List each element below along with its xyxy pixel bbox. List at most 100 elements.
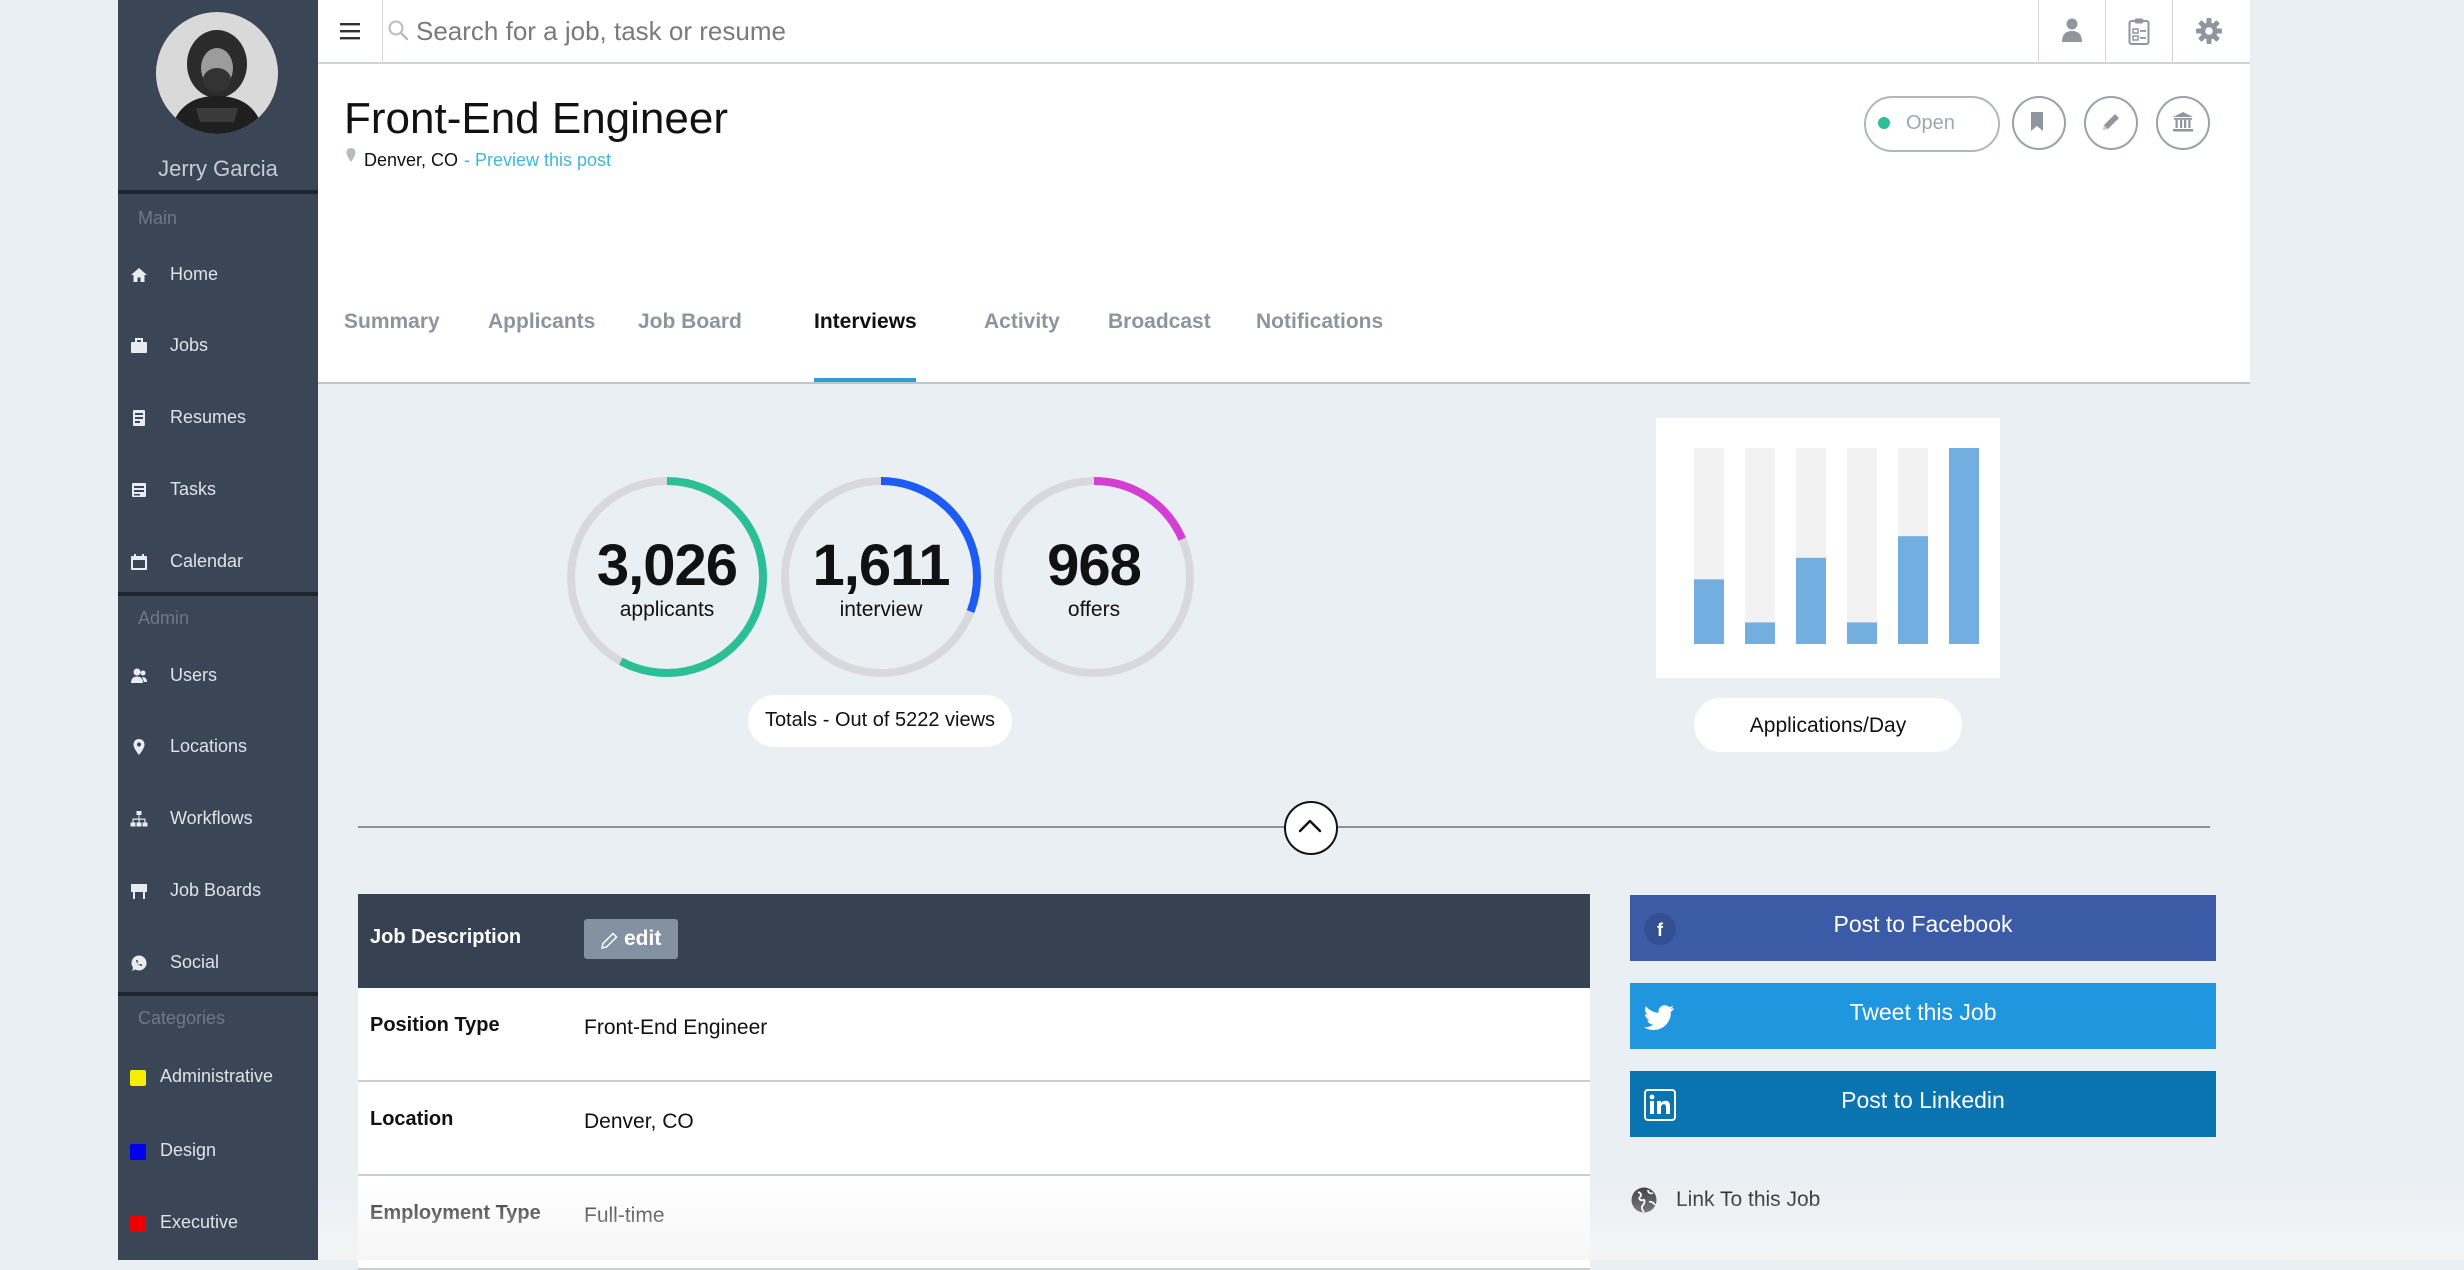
applications-per-day-chart bbox=[1656, 418, 2000, 678]
profile-panel: Jerry Garcia bbox=[118, 0, 318, 194]
interview-count: 1,611 bbox=[812, 533, 951, 598]
sidebar-item-locations[interactable]: Locations bbox=[118, 716, 318, 776]
resume-icon bbox=[133, 410, 145, 426]
category-color-swatch bbox=[130, 1216, 146, 1232]
tab-notifications[interactable]: Notifications bbox=[1256, 310, 1383, 382]
post-to-facebook-button[interactable]: f Post to Facebook bbox=[1630, 895, 2216, 961]
job-header: Front-End Engineer Denver, CO - Preview … bbox=[318, 64, 2250, 384]
category-design[interactable]: Design bbox=[118, 1122, 318, 1178]
bank-icon bbox=[2173, 112, 2193, 132]
bar-track bbox=[1745, 448, 1775, 644]
users-icon bbox=[131, 668, 147, 683]
applicants-label: applicants bbox=[619, 598, 715, 621]
tasks-icon bbox=[132, 483, 146, 497]
totals-caption: Totals - Out of 5222 views bbox=[748, 695, 1012, 747]
location-pin-icon bbox=[133, 739, 145, 755]
edit-job-button[interactable] bbox=[2084, 96, 2138, 150]
tab-applicants[interactable]: Applicants bbox=[488, 310, 595, 382]
table-row: Position Type Front-End Engineer bbox=[358, 988, 1590, 1082]
pencil-icon bbox=[2103, 114, 2119, 130]
tab-interviews[interactable]: Interviews bbox=[814, 310, 917, 382]
tab-activity[interactable]: Activity bbox=[984, 310, 1060, 382]
table-row: Employment Type Full-time bbox=[358, 1176, 1590, 1270]
location-pin-icon bbox=[346, 148, 356, 162]
tab-broadcast[interactable]: Broadcast bbox=[1108, 310, 1211, 382]
calendar-icon bbox=[131, 554, 147, 570]
stat-interview: 1,611 interview bbox=[778, 474, 984, 680]
edit-description-button[interactable]: edit bbox=[584, 919, 678, 959]
gear-icon bbox=[2196, 18, 2222, 44]
category-administrative[interactable]: Administrative bbox=[118, 1048, 318, 1104]
offers-label: offers bbox=[1067, 598, 1121, 621]
details-header: Job Description edit bbox=[358, 894, 1590, 988]
chart-bar bbox=[1694, 579, 1724, 644]
tweet-job-button[interactable]: Tweet this Job bbox=[1630, 983, 2216, 1049]
applicants-count: 3,026 bbox=[596, 533, 738, 598]
user-icon bbox=[2062, 18, 2082, 42]
workflow-icon bbox=[130, 811, 148, 827]
post-to-linkedin-button[interactable]: Post to Linkedin bbox=[1630, 1071, 2216, 1137]
offers-count: 968 bbox=[1047, 533, 1142, 598]
sidebar-item-calendar[interactable]: Calendar bbox=[118, 531, 318, 591]
bookmark-icon bbox=[2031, 112, 2043, 131]
chart-bar bbox=[1745, 622, 1775, 644]
sidebar-item-workflows[interactable]: Workflows bbox=[118, 788, 318, 848]
chart-bar bbox=[1796, 557, 1826, 644]
job-location: Denver, CO bbox=[364, 150, 459, 170]
tab-summary[interactable]: Summary bbox=[344, 310, 440, 382]
sidebar: Jerry Garcia Main Home Jobs Resumes Task… bbox=[118, 0, 318, 1260]
link-to-job[interactable]: Link To this Job bbox=[1630, 1186, 1930, 1220]
preview-post-link[interactable]: - Preview this post bbox=[464, 150, 611, 171]
tab-job-board[interactable]: Job Board bbox=[638, 310, 742, 382]
job-status-toggle[interactable]: Open bbox=[1864, 96, 2000, 152]
category-color-swatch bbox=[130, 1144, 146, 1160]
sidebar-item-resumes[interactable]: Resumes bbox=[118, 387, 318, 447]
sidebar-item-users[interactable]: Users bbox=[118, 645, 318, 705]
section-label-admin: Admin bbox=[138, 608, 190, 628]
search-input[interactable] bbox=[414, 10, 2018, 52]
search-icon bbox=[388, 20, 409, 41]
sidebar-item-social[interactable]: Social bbox=[118, 932, 318, 992]
sidebar-item-home[interactable]: Home bbox=[118, 244, 318, 304]
chart-bar bbox=[1898, 536, 1928, 644]
sidebar-item-tasks[interactable]: Tasks bbox=[118, 459, 318, 519]
sidebar-divider bbox=[118, 592, 318, 596]
category-color-swatch bbox=[130, 1070, 146, 1086]
collapse-button[interactable] bbox=[1284, 801, 1338, 855]
hamburger-icon bbox=[340, 23, 360, 40]
sidebar-divider bbox=[118, 992, 318, 996]
chevron-up-icon bbox=[1298, 819, 1322, 833]
chart-title: Applications/Day bbox=[1694, 698, 1962, 752]
top-bar bbox=[318, 0, 2250, 64]
stat-applicants: 3,026 applicants bbox=[564, 474, 770, 680]
briefcase-icon bbox=[131, 338, 147, 353]
hamburger-menu-button[interactable] bbox=[318, 0, 383, 62]
sidebar-item-job-boards[interactable]: Job Boards bbox=[118, 860, 318, 920]
home-icon bbox=[131, 268, 147, 282]
sidebar-item-jobs[interactable]: Jobs bbox=[118, 315, 318, 375]
bar-chart-svg bbox=[1694, 448, 1979, 644]
sidebar-divider bbox=[118, 190, 318, 194]
table-row: Location Denver, CO bbox=[358, 1082, 1590, 1176]
institution-button[interactable] bbox=[2156, 96, 2210, 150]
active-tab-indicator bbox=[814, 378, 916, 382]
chart-bar bbox=[1949, 448, 1979, 644]
details-header-title: Job Description bbox=[370, 926, 522, 948]
stat-offers: 968 offers bbox=[991, 474, 1197, 680]
status-dot bbox=[1878, 117, 1890, 129]
avatar-portrait-icon bbox=[156, 12, 278, 134]
section-label-main: Main bbox=[138, 208, 178, 228]
section-label-categories: Categories bbox=[138, 1008, 226, 1028]
page-title: Front-End Engineer bbox=[344, 94, 728, 143]
chart-bar bbox=[1847, 622, 1877, 644]
avatar[interactable] bbox=[156, 12, 278, 134]
profile-button[interactable] bbox=[2038, 0, 2105, 62]
interview-label: interview bbox=[839, 598, 923, 621]
bookmark-button[interactable] bbox=[2012, 96, 2066, 150]
clipboard-button[interactable] bbox=[2105, 0, 2172, 62]
globe-icon bbox=[1631, 1187, 1657, 1213]
category-executive[interactable]: Executive bbox=[118, 1194, 318, 1250]
pencil-icon bbox=[601, 932, 618, 949]
clipboard-icon bbox=[2128, 18, 2150, 45]
settings-button[interactable] bbox=[2172, 0, 2239, 62]
